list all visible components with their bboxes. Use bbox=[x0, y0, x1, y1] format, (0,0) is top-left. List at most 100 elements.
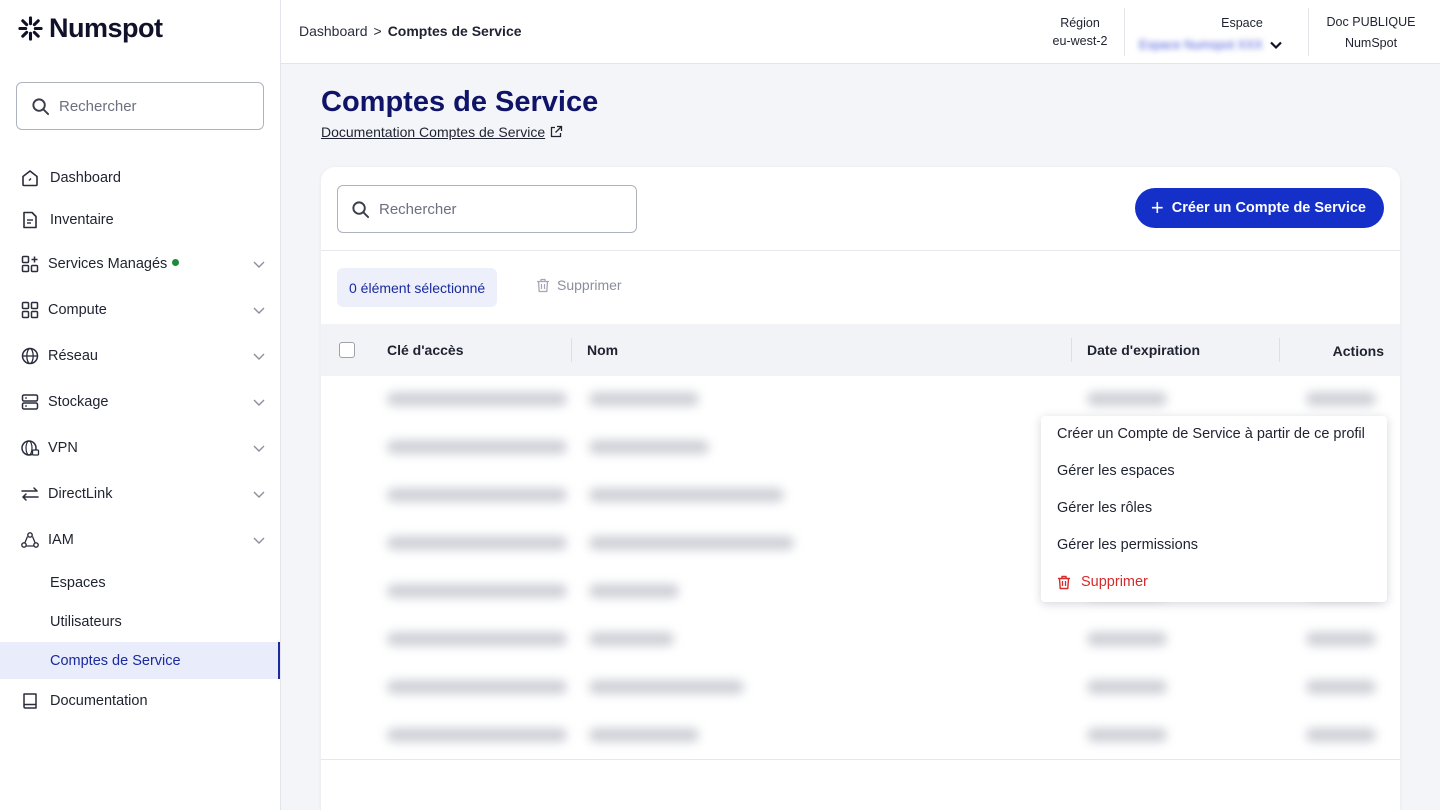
chevron-down-icon bbox=[253, 261, 265, 268]
header-divider bbox=[1308, 8, 1309, 56]
chevron-down-icon bbox=[253, 353, 265, 360]
sidebar-item-dashboard[interactable]: Dashboard bbox=[0, 158, 280, 198]
sidebar-item-label: Réseau bbox=[48, 348, 98, 364]
sidebar-item-documentation[interactable]: Documentation bbox=[0, 681, 280, 721]
espace-label: Espace bbox=[1221, 16, 1263, 30]
bulk-delete-label: Supprimer bbox=[557, 277, 622, 293]
breadcrumb-separator: > bbox=[373, 23, 382, 39]
divider bbox=[321, 250, 1400, 251]
header-divider bbox=[1124, 8, 1125, 56]
plus-icon: + bbox=[1150, 195, 1164, 220]
doc-value: NumSpot bbox=[1344, 36, 1398, 50]
sidebar-item-label: Compute bbox=[48, 302, 107, 318]
column-header-access-key[interactable]: Clé d'accès bbox=[387, 324, 464, 376]
documentation-link[interactable]: Documentation Comptes de Service bbox=[321, 124, 563, 140]
page-title: Comptes de Service bbox=[321, 86, 599, 118]
table-footer-divider bbox=[321, 759, 1400, 760]
column-header-expiration[interactable]: Date d'expiration bbox=[1087, 324, 1200, 376]
doc-label: Doc PUBLIQUE bbox=[1326, 15, 1416, 29]
sidebar-item-utilisateurs[interactable]: Utilisateurs bbox=[0, 603, 280, 640]
storage-icon bbox=[20, 392, 40, 412]
table-search[interactable] bbox=[337, 185, 637, 233]
sidebar-search-input[interactable] bbox=[59, 97, 249, 115]
sidebar-item-label: Espaces bbox=[50, 574, 106, 591]
menu-item-delete[interactable]: Supprimer bbox=[1057, 570, 1148, 594]
breadcrumb-current: Comptes de Service bbox=[387, 23, 522, 39]
table-row[interactable] bbox=[321, 616, 1400, 664]
table-row[interactable] bbox=[321, 664, 1400, 712]
create-service-account-button[interactable]: + Créer un Compte de Service bbox=[1134, 188, 1384, 228]
chevron-down-icon bbox=[253, 537, 265, 544]
brand-name: Numspot bbox=[49, 13, 163, 43]
sidebar-item-compute[interactable]: Compute bbox=[0, 290, 280, 330]
sidebar-item-label: Stockage bbox=[48, 394, 109, 410]
breadcrumb: Dashboard > Comptes de Service bbox=[299, 23, 522, 39]
menu-item-manage-permissions[interactable]: Gérer les permissions bbox=[1057, 533, 1198, 557]
doc-publique[interactable]: Doc PUBLIQUE NumSpot bbox=[1321, 12, 1421, 54]
column-header-name[interactable]: Nom bbox=[587, 324, 618, 376]
sidebar-item-inventaire[interactable]: Inventaire bbox=[0, 200, 280, 240]
sidebar-item-label: Inventaire bbox=[50, 212, 114, 228]
globe-icon bbox=[20, 346, 40, 366]
trash-icon bbox=[1058, 575, 1070, 589]
table-header: Clé d'accès Nom Date d'expiration Action… bbox=[321, 324, 1400, 376]
sidebar-item-services-manages[interactable]: Services Managés bbox=[0, 244, 280, 284]
espace-selector[interactable]: Espace Espace Numspot XXX bbox=[1139, 14, 1289, 54]
home-icon bbox=[20, 168, 40, 188]
table-row[interactable] bbox=[321, 712, 1400, 760]
column-header-actions: Actions bbox=[1332, 343, 1384, 359]
sidebar-item-iam[interactable]: IAM bbox=[0, 520, 280, 560]
row-actions-menu: Créer un Compte de Service à partir de c… bbox=[1041, 416, 1387, 602]
menu-item-delete-label: Supprimer bbox=[1081, 574, 1148, 590]
numspot-logo[interactable]: Numspot bbox=[17, 13, 163, 44]
table-search-input[interactable] bbox=[379, 200, 619, 218]
chevron-down-icon bbox=[253, 445, 265, 452]
globe-lock-icon bbox=[20, 438, 40, 458]
chevron-down-icon bbox=[253, 307, 265, 314]
search-icon bbox=[32, 97, 50, 115]
region-label: Région bbox=[1060, 16, 1100, 30]
sidebar-search[interactable] bbox=[16, 82, 264, 130]
column-separator bbox=[1071, 338, 1072, 362]
breadcrumb-root[interactable]: Dashboard bbox=[299, 23, 368, 39]
documentation-link-label: Documentation Comptes de Service bbox=[321, 124, 546, 140]
select-all-checkbox[interactable] bbox=[339, 342, 355, 358]
espace-value: Espace Numspot XXX bbox=[1139, 38, 1263, 52]
users-icon bbox=[20, 530, 40, 550]
chevron-down-icon bbox=[253, 491, 265, 498]
sidebar-item-espaces[interactable]: Espaces bbox=[0, 564, 280, 601]
sidebar-item-label: Dashboard bbox=[50, 170, 121, 186]
chevron-down-icon bbox=[253, 399, 265, 406]
trash-icon bbox=[537, 278, 549, 292]
grid-icon bbox=[20, 300, 40, 320]
sidebar-item-label: Utilisateurs bbox=[50, 613, 122, 630]
grid-plus-icon bbox=[20, 254, 40, 274]
sidebar-item-label: Services Managés bbox=[48, 256, 168, 272]
bulk-delete-button[interactable]: Supprimer bbox=[536, 277, 622, 293]
region-selector[interactable]: Région eu-west-2 bbox=[1046, 14, 1114, 50]
sidebar-item-label: DirectLink bbox=[48, 486, 113, 502]
arrows-icon bbox=[20, 484, 40, 504]
menu-item-manage-spaces[interactable]: Gérer les espaces bbox=[1057, 459, 1175, 483]
sidebar-item-comptes-de-service[interactable]: Comptes de Service bbox=[0, 642, 280, 679]
column-separator bbox=[1279, 338, 1280, 362]
sidebar-item-label: Comptes de Service bbox=[50, 652, 181, 669]
sidebar-item-vpn[interactable]: VPN bbox=[0, 428, 280, 468]
status-dot bbox=[172, 258, 180, 266]
selection-count: 0 élément sélectionné bbox=[337, 268, 498, 307]
numspot-logo-icon bbox=[18, 16, 43, 41]
menu-item-manage-roles[interactable]: Gérer les rôles bbox=[1057, 496, 1152, 520]
espace-value-wrap: Espace Numspot XXX bbox=[1139, 36, 1289, 54]
book-icon bbox=[20, 691, 40, 711]
sidebar-item-label-wrap: Services Managés bbox=[48, 256, 180, 272]
menu-item-create-from-profile[interactable]: Créer un Compte de Service à partir de c… bbox=[1057, 422, 1365, 446]
sidebar-item-stockage[interactable]: Stockage bbox=[0, 382, 280, 422]
search-icon bbox=[352, 200, 370, 218]
sidebar-item-label: IAM bbox=[48, 532, 74, 548]
document-icon bbox=[20, 210, 40, 230]
sidebar-item-label: Documentation bbox=[50, 693, 148, 709]
sidebar-item-reseau[interactable]: Réseau bbox=[0, 336, 280, 376]
sidebar: Numspot Dashboard Inventaire Services Ma… bbox=[0, 0, 281, 810]
region-value: eu-west-2 bbox=[1052, 34, 1108, 48]
sidebar-item-directlink[interactable]: DirectLink bbox=[0, 474, 280, 514]
